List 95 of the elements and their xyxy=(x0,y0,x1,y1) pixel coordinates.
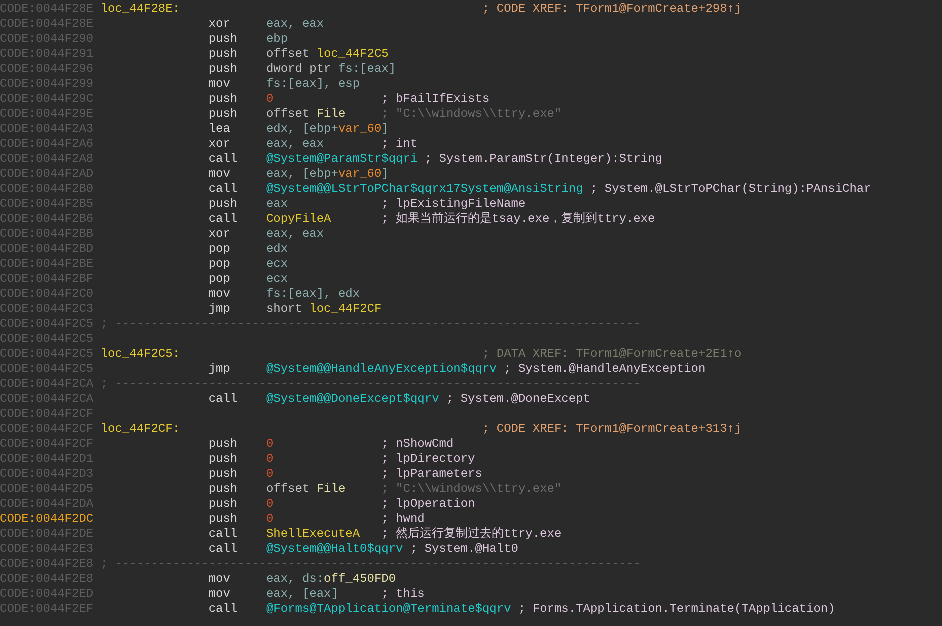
instruction-operand: eax, [ebp+var_60] xyxy=(266,167,389,182)
instruction-operand: fs:[eax], esp xyxy=(266,77,362,92)
code-comment: ; System.@DoneExcept xyxy=(446,392,590,407)
instruction-operand: 0 xyxy=(266,437,275,452)
instruction-mnemonic: mov xyxy=(208,572,232,587)
code-label[interactable]: loc_44F2C5: xyxy=(100,347,209,362)
instruction-operand: @Forms@TApplication@Terminate$qqrv xyxy=(266,602,512,617)
instruction-operand: @System@@HandleAnyException$qqrv xyxy=(266,362,497,377)
instruction-mnemonic: pop xyxy=(208,242,232,257)
instruction-mnemonic: pop xyxy=(208,257,232,272)
line-address: CODE:0044F2DC xyxy=(0,512,95,527)
instruction-mnemonic: jmp xyxy=(208,302,232,317)
code-label[interactable]: loc_44F28E: xyxy=(100,2,209,17)
instruction-mnemonic: jmp xyxy=(208,362,232,377)
instruction-operand: eax, eax xyxy=(266,227,326,242)
code-comment: ; 然后运行复制过去的ttry.exe xyxy=(382,527,562,542)
instruction-operand: edx, [ebp+var_60] xyxy=(266,122,389,137)
instruction-mnemonic: push xyxy=(208,92,239,107)
code-comment: ; CODE XREF: TForm1@FormCreate+313↑j xyxy=(482,422,742,437)
separator-comment: ; ------------------------------------------------------------------------- xyxy=(100,557,641,572)
instruction-operand: eax, eax xyxy=(266,137,326,152)
code-comment: ; lpOperation xyxy=(382,497,476,512)
instruction-operand: 0 xyxy=(266,467,275,482)
instruction-mnemonic: push xyxy=(208,512,239,527)
instruction-mnemonic: push xyxy=(208,482,239,497)
instruction-operand: ecx xyxy=(266,257,290,272)
code-comment: ; bFailIfExists xyxy=(382,92,490,107)
code-comment: ; "C:\\windows\\ttry.exe" xyxy=(382,107,562,122)
instruction-mnemonic: call xyxy=(208,212,239,227)
instruction-operand: 0 xyxy=(266,92,275,107)
instruction-operand: ShellExecuteA xyxy=(266,527,362,542)
instruction-mnemonic: push xyxy=(208,452,239,467)
code-comment: ; this xyxy=(382,587,425,602)
instruction-mnemonic: pop xyxy=(208,272,232,287)
separator-comment: ; ------------------------------------------------------------------------- xyxy=(100,317,641,332)
code-comment: ; System.@Halt0 xyxy=(410,542,518,557)
instruction-operand: 0 xyxy=(266,512,275,527)
instruction-mnemonic: push xyxy=(208,47,239,62)
instruction-mnemonic: mov xyxy=(208,167,232,182)
code-label[interactable]: loc_44F2CF: xyxy=(100,422,209,437)
code-comment: ; hwnd xyxy=(382,512,425,527)
instruction-operand: offset File xyxy=(266,107,347,122)
instruction-mnemonic: call xyxy=(208,392,239,407)
code-comment: ; 如果当前运行的是tsay.exe，复制到ttry.exe xyxy=(382,212,656,227)
instruction-operand: ecx xyxy=(266,272,290,287)
code-comment: ; Forms.TApplication.Terminate(TApplication) xyxy=(518,602,836,617)
code-comment: ; DATA XREF: TForm1@FormCreate+2E1↑o xyxy=(482,347,742,362)
code-comment: ; System.@LStrToPChar(String):PAnsiChar xyxy=(590,182,872,197)
separator-comment: ; ------------------------------------------------------------------------- xyxy=(100,377,641,392)
code-comment: ; lpParameters xyxy=(382,467,482,482)
code-comment: ; nShowCmd xyxy=(382,437,454,452)
instruction-operand: eax, eax xyxy=(266,17,326,32)
instruction-mnemonic: xor xyxy=(208,17,232,32)
instruction-operand: eax, ds:off_450FD0 xyxy=(266,572,396,587)
instruction-operand: offset File xyxy=(266,482,347,497)
instruction-mnemonic: call xyxy=(208,527,239,542)
instruction-operand: eax, [eax] xyxy=(266,587,340,602)
instruction-mnemonic: mov xyxy=(208,287,232,302)
instruction-mnemonic: xor xyxy=(208,227,232,242)
instruction-mnemonic: push xyxy=(208,497,239,512)
instruction-mnemonic: call xyxy=(208,602,239,617)
instruction-operand: ebp xyxy=(266,32,290,47)
code-comment: ; CODE XREF: TForm1@FormCreate+298↑j xyxy=(482,2,742,17)
instruction-mnemonic: push xyxy=(208,437,239,452)
instruction-mnemonic: push xyxy=(208,107,239,122)
instruction-mnemonic: xor xyxy=(208,137,232,152)
code-comment: ; lpDirectory xyxy=(382,452,476,467)
instruction-operand: dword ptr fs:[eax] xyxy=(266,62,396,77)
instruction-mnemonic: call xyxy=(208,152,239,167)
instruction-mnemonic: push xyxy=(208,62,239,77)
code-comment: ; System.ParamStr(Integer):String xyxy=(424,152,662,167)
instruction-operand: @System@@Halt0$qqrv xyxy=(266,542,404,557)
instruction-operand: @System@@DoneExcept$qqrv xyxy=(266,392,440,407)
instruction-mnemonic: call xyxy=(208,542,239,557)
instruction-mnemonic: call xyxy=(208,182,239,197)
code-comment: ; "C:\\windows\\ttry.exe" xyxy=(382,482,562,497)
instruction-operand: 0 xyxy=(266,497,275,512)
code-comment: ; System.@HandleAnyException xyxy=(504,362,706,377)
code-comment: ; lpExistingFileName xyxy=(382,197,526,212)
instruction-operand: @System@@LStrToPChar$qqrx17System@AnsiString xyxy=(266,182,584,197)
instruction-mnemonic: push xyxy=(208,32,239,47)
instruction-operand: 0 xyxy=(266,452,275,467)
instruction-mnemonic: push xyxy=(208,197,239,212)
instruction-mnemonic: lea xyxy=(208,122,232,137)
instruction-operand: CopyFileA xyxy=(266,212,332,227)
instruction-mnemonic: push xyxy=(208,467,239,482)
instruction-operand: offset loc_44F2C5 xyxy=(266,47,389,62)
code-comment: ; int xyxy=(382,137,418,152)
instruction-operand: fs:[eax], edx xyxy=(266,287,362,302)
instruction-mnemonic: mov xyxy=(208,77,232,92)
instruction-operand: @System@ParamStr$qqri xyxy=(266,152,418,167)
instruction-operand: short loc_44F2CF xyxy=(266,302,382,317)
instruction-operand: edx xyxy=(266,242,290,257)
instruction-mnemonic: mov xyxy=(208,587,232,602)
instruction-operand: eax xyxy=(266,197,290,212)
